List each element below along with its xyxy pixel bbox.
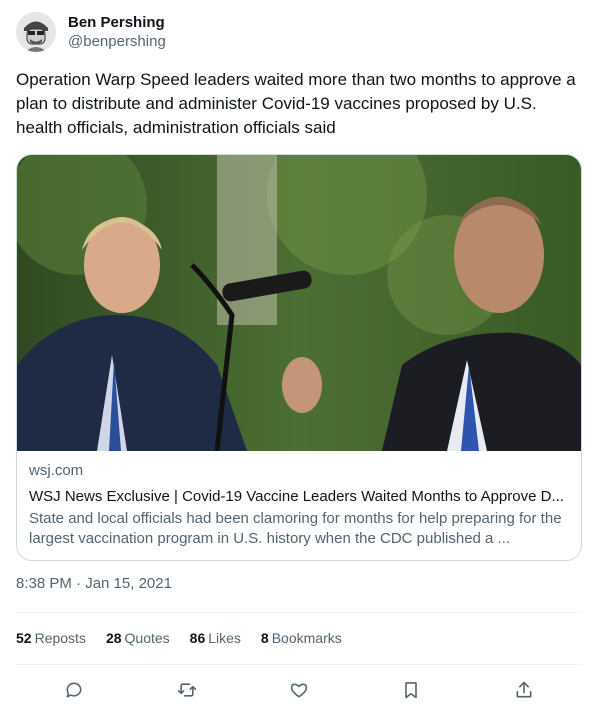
author-name[interactable]: Ben Pershing	[68, 14, 166, 32]
reply-button[interactable]	[60, 676, 88, 704]
card-body: wsj.com WSJ News Exclusive | Covid-19 Va…	[17, 451, 581, 549]
share-button[interactable]	[510, 676, 538, 704]
reposts-stat[interactable]: 52 Reposts	[16, 628, 86, 648]
author-handle[interactable]: @benpershing	[68, 32, 166, 52]
bookmarks-count: 8	[260, 630, 269, 646]
quotes-count: 28	[105, 630, 122, 646]
bookmark-button[interactable]	[397, 676, 425, 704]
likes-stat[interactable]: 86 Likes	[190, 628, 241, 648]
reposts-count: 52	[16, 630, 32, 646]
card-image	[17, 155, 581, 451]
reply-icon	[66, 682, 82, 698]
bookmark-icon	[405, 682, 417, 699]
tweet-timestamp[interactable]: 8:38 PM · Jan 15, 2021	[16, 574, 172, 594]
tweet-text: Operation Warp Speed leaders waited more…	[16, 70, 576, 137]
author-names: Ben Pershing @benpershing	[68, 14, 166, 52]
share-icon	[516, 681, 532, 698]
quotes-stat[interactable]: 28 Quotes	[106, 628, 170, 648]
action-bar	[16, 676, 582, 704]
bookmarks-label: Bookmarks	[271, 630, 342, 646]
engagement-stats: 52 Reposts 28 Quotes 86 Likes 8 Bookmarks	[16, 628, 362, 648]
tweet-header: Ben Pershing @benpershing	[16, 12, 166, 52]
repost-button[interactable]	[173, 676, 201, 704]
link-card[interactable]: wsj.com WSJ News Exclusive | Covid-19 Va…	[16, 154, 582, 561]
bookmarks-stat[interactable]: 8 Bookmarks	[261, 628, 342, 648]
avatar[interactable]	[16, 12, 56, 52]
likes-label: Likes	[208, 630, 241, 646]
card-title: WSJ News Exclusive | Covid-19 Vaccine Le…	[29, 488, 564, 505]
tweet: Ben Pershing @benpershing Operation Warp…	[0, 0, 598, 713]
like-button[interactable]	[285, 676, 313, 704]
like-icon	[290, 683, 308, 698]
repost-icon	[177, 683, 197, 697]
quotes-label: Quotes	[124, 630, 170, 646]
divider	[16, 612, 582, 613]
divider	[16, 664, 582, 665]
reposts-label: Reposts	[34, 630, 86, 646]
card-domain: wsj.com	[29, 462, 84, 479]
likes-count: 86	[189, 630, 206, 646]
card-description: State and local officials had been clamo…	[29, 510, 562, 547]
